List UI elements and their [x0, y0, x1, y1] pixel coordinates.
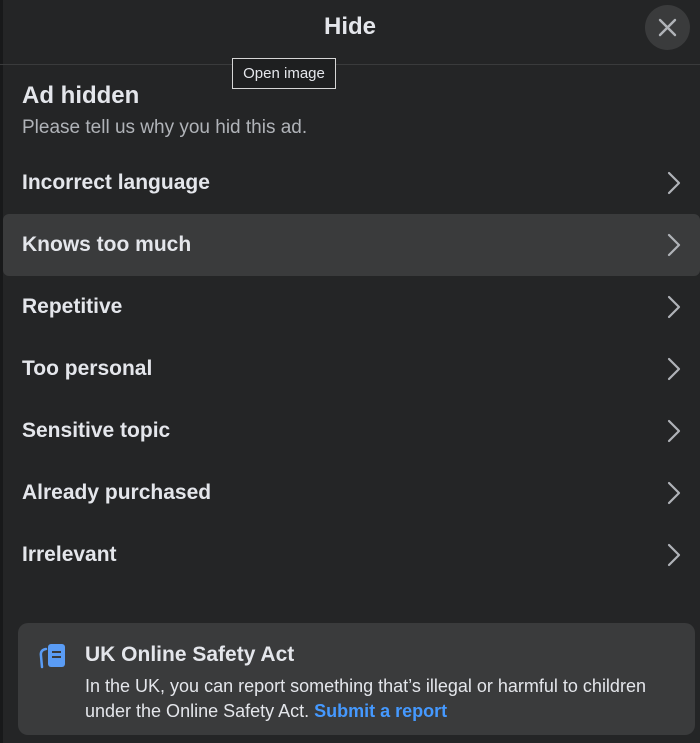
reason-label: Repetitive	[22, 295, 123, 318]
reason-label: Knows too much	[22, 233, 192, 256]
dialog-header: Hide	[0, 0, 700, 65]
notice-body: In the UK, you can report something that…	[85, 674, 685, 724]
notice-title: UK Online Safety Act	[85, 643, 295, 666]
reason-knows-too-much[interactable]: Knows too much	[3, 214, 700, 276]
reason-already-purchased[interactable]: Already purchased	[3, 462, 700, 524]
chevron-right-icon	[667, 295, 681, 319]
reason-label: Already purchased	[22, 481, 212, 504]
chevron-right-icon	[667, 357, 681, 381]
reason-sensitive-topic[interactable]: Sensitive topic	[3, 400, 700, 462]
chevron-right-icon	[667, 419, 681, 443]
reason-label: Irrelevant	[22, 543, 117, 566]
section-subtitle: Please tell us why you hid this ad.	[22, 117, 308, 138]
report-icon	[39, 644, 65, 669]
reason-incorrect-language[interactable]: Incorrect language	[3, 152, 700, 214]
tooltip: Open image	[232, 58, 336, 89]
hide-reason-list: Incorrect language Knows too much Repeti…	[3, 152, 700, 586]
close-icon	[658, 18, 677, 37]
chevron-right-icon	[667, 233, 681, 257]
chevron-right-icon	[667, 481, 681, 505]
uk-online-safety-notice: UK Online Safety Act In the UK, you can …	[18, 623, 695, 735]
submit-report-link[interactable]: Submit a report	[314, 701, 447, 721]
dialog-title: Hide	[323, 13, 376, 40]
reason-repetitive[interactable]: Repetitive	[3, 276, 700, 338]
reason-label: Too personal	[22, 357, 153, 380]
close-button[interactable]	[645, 5, 690, 50]
reason-too-personal[interactable]: Too personal	[3, 338, 700, 400]
chevron-right-icon	[667, 171, 681, 195]
reason-irrelevant[interactable]: Irrelevant	[3, 524, 700, 586]
reason-label: Incorrect language	[22, 171, 210, 194]
section-title: Ad hidden	[22, 82, 140, 109]
reason-label: Sensitive topic	[22, 419, 171, 442]
chevron-right-icon	[667, 543, 681, 567]
